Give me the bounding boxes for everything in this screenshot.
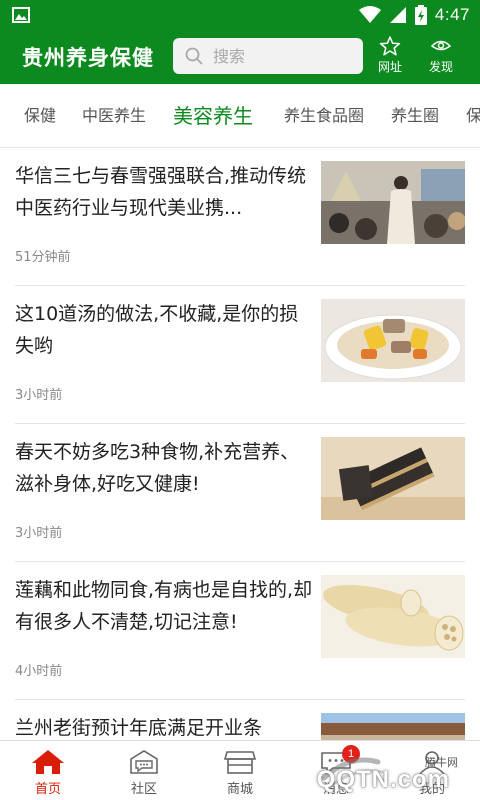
search-bar[interactable] <box>173 38 363 74</box>
battery-icon <box>414 5 427 25</box>
article-time: 3小时前 <box>15 388 63 403</box>
article-title: 华信三七与春雪强强联合,推动传统中医药行业与现代美业携... <box>15 165 307 219</box>
article-thumbnail <box>321 713 465 740</box>
article-item[interactable]: 这10道汤的做法,不收藏,是你的损失哟 3小时前 <box>15 286 465 424</box>
article-time: 4小时前 <box>15 664 63 679</box>
article-item[interactable]: 兰州老街预计年底满足开业条 <box>15 700 465 740</box>
article-title: 莲藕和此物同食,有病也是自找的,却有很多人不清楚,切记注意! <box>15 579 313 633</box>
community-icon <box>130 750 158 774</box>
article-thumbnail <box>321 161 465 244</box>
tab-meirong[interactable]: 美容养生 <box>173 84 253 147</box>
watermark-logo: QQTN.com <box>316 766 450 793</box>
article-thumbnail <box>321 575 465 658</box>
home-icon <box>32 750 64 774</box>
signal-icon <box>389 7 406 23</box>
discover-label: 发现 <box>428 60 453 74</box>
web-label: 网址 <box>377 60 402 74</box>
status-bar: 4:47 <box>0 0 480 30</box>
tab-baojian[interactable]: 保健 <box>24 84 56 147</box>
nav-home-label: 首页 <box>34 782 61 797</box>
tab-zhongyi[interactable]: 中医养生 <box>82 84 146 147</box>
app-header: 贵州养身保健 网址 发现 <box>0 30 480 84</box>
article-time: 3小时前 <box>15 526 63 541</box>
category-tabs: 保健 中医养生 美容养生 养生食品圈 养生圈 保 <box>0 84 480 148</box>
article-feed: 华信三七与春雪强强联合,推动传统中医药行业与现代美业携... 51分钟前 这10… <box>0 148 480 740</box>
article-time: 51分钟前 <box>15 250 71 265</box>
article-title: 春天不妨多吃3种食物,补充营养、滋补身体,好吃又健康! <box>15 441 300 495</box>
clock: 4:47 <box>434 5 470 24</box>
nav-home[interactable]: 首页 <box>0 741 96 800</box>
article-title: 这10道汤的做法,不收藏,是你的损失哟 <box>15 303 299 357</box>
article-thumbnail <box>321 437 465 520</box>
eye-icon <box>430 40 452 51</box>
star-icon <box>379 36 401 56</box>
image-notification-icon <box>12 7 30 23</box>
article-title: 兰州老街预计年底满足开业条 <box>15 717 263 739</box>
search-icon <box>185 47 203 65</box>
article-item[interactable]: 华信三七与春雪强强联合,推动传统中医药行业与现代美业携... 51分钟前 <box>15 148 465 286</box>
nav-shop[interactable]: 商城 <box>192 741 288 800</box>
nav-community-label: 社区 <box>130 782 157 797</box>
tab-yangsheng[interactable]: 养生圈 <box>391 84 439 147</box>
nav-shop-label: 商城 <box>226 782 253 797</box>
article-thumbnail <box>321 299 465 382</box>
shop-icon <box>223 751 257 774</box>
tab-more[interactable]: 保 <box>466 84 480 147</box>
search-input[interactable] <box>213 46 353 66</box>
discover-button[interactable]: 发现 <box>421 36 461 78</box>
article-item[interactable]: 莲藕和此物同食,有病也是自找的,却有很多人不清楚,切记注意! 4小时前 <box>15 562 465 700</box>
wifi-icon <box>358 6 381 23</box>
unread-badge: 1 <box>342 745 360 763</box>
tab-shipin[interactable]: 养生食品圈 <box>284 84 364 147</box>
web-button[interactable]: 网址 <box>370 36 410 78</box>
app-title: 贵州养身保健 <box>22 45 154 70</box>
nav-community[interactable]: 社区 <box>96 741 192 800</box>
article-item[interactable]: 春天不妨多吃3种食物,补充营养、滋补身体,好吃又健康! 3小时前 <box>15 424 465 562</box>
